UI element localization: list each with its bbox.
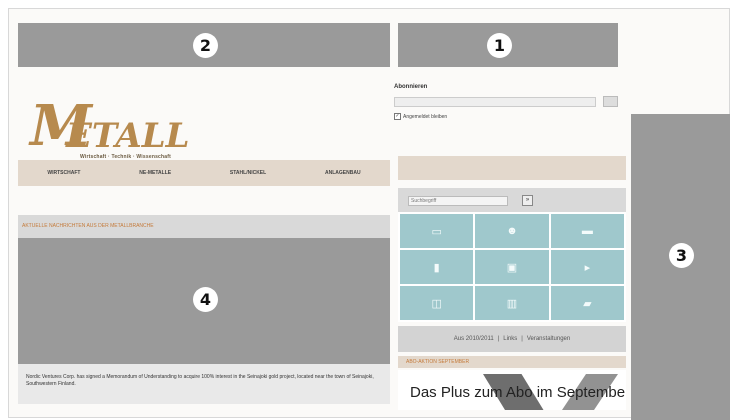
promo-label-bar: ABO-AKTION SEPTEMBER	[398, 356, 626, 368]
teaser-caption: Nordic Ventures Corp. has signed a Memor…	[18, 364, 390, 404]
site-logo[interactable]: M ETALL Wirtschaft · Technik · Wissensch…	[30, 96, 220, 162]
grid-tile-4[interactable]: ▮	[400, 250, 474, 284]
nav-item-ne-metalle[interactable]: NE-METALLE	[139, 170, 171, 176]
grid-tile-1[interactable]: ▭	[400, 214, 474, 248]
nav-item-stahl-nickel[interactable]: STAHL/NICKEL	[230, 170, 266, 176]
logo-wordmark: ETALL	[66, 116, 190, 156]
nav-item-anlagenbau[interactable]: ANLAGENBAU	[325, 170, 361, 176]
truck-icon: ▸	[584, 261, 591, 274]
nav-item-wirtschaft[interactable]: WIRTSCHAFT	[47, 170, 80, 176]
laptop-icon: ▬	[581, 225, 593, 237]
region-marker-1: 1	[487, 33, 512, 58]
grid-tile-7[interactable]: ◫	[400, 286, 474, 320]
subscribe-input[interactable]	[394, 97, 596, 107]
sidebar-links: Aus 2010/2011 | Links | Veranstaltungen	[398, 326, 626, 352]
main-nav: WIRTSCHAFT NE-METALLE STAHL/NICKEL ANLAG…	[18, 160, 390, 186]
link-separator: |	[521, 336, 523, 342]
calendar-icon: ▣	[506, 261, 518, 274]
teaser-caption-text[interactable]: Nordic Ventures Corp. has signed a Memor…	[18, 364, 390, 398]
nav-right-strip	[398, 156, 626, 180]
people-icon: ☻	[506, 225, 518, 237]
link-separator: |	[497, 336, 500, 342]
factory-icon: ◫	[431, 297, 442, 310]
region-marker-2: 2	[193, 33, 218, 58]
grid-tile-9[interactable]: ▰	[550, 286, 624, 320]
region-marker-4: 4	[193, 287, 218, 312]
grid-tile-2[interactable]: ☻	[475, 214, 549, 248]
search-input[interactable]: Suchbegriff	[408, 196, 508, 206]
monitor-icon: ▭	[431, 225, 442, 238]
grid-tile-3[interactable]: ▬	[550, 214, 624, 248]
abo-promo-banner[interactable]: Das Plus zum Abo im September	[398, 370, 626, 410]
subscribe-label: Abonnieren	[394, 84, 428, 90]
subscribe-button[interactable]	[603, 96, 618, 107]
link-archive[interactable]: Aus 2010/2011	[454, 336, 494, 342]
grid-tile-5[interactable]: ▣	[475, 250, 549, 284]
promo-text: Das Plus zum Abo im September	[410, 384, 626, 401]
folder-icon: ▰	[583, 297, 592, 310]
link-events[interactable]: Veranstaltungen	[527, 336, 570, 342]
book-icon: ▮	[433, 261, 440, 274]
chart-icon: ▥	[506, 297, 518, 310]
promo-label: ABO-AKTION SEPTEMBER	[406, 359, 470, 365]
search-button[interactable]: »	[522, 195, 533, 206]
grid-tile-6[interactable]: ▸	[550, 250, 624, 284]
remember-checkbox[interactable]: ✓ Angemeldet bleiben	[394, 113, 447, 120]
grid-tile-8[interactable]: ▥	[475, 286, 549, 320]
sidebar-search: Suchbegriff »	[398, 188, 626, 212]
remember-checkbox-label: Angemeldet bleiben	[403, 113, 448, 120]
news-section-title[interactable]: AKTUELLE NACHRICHTEN AUS DER METALLBRANC…	[22, 223, 154, 229]
link-links[interactable]: Links	[503, 336, 517, 342]
news-section-header: AKTUELLE NACHRICHTEN AUS DER METALLBRANC…	[18, 215, 390, 238]
region-marker-3: 3	[669, 243, 694, 268]
checkbox-icon[interactable]: ✓	[394, 113, 401, 120]
category-icon-grid: ▭ ☻ ▬ ▮ ▣ ▸ ◫ ▥ ▰	[398, 212, 626, 322]
